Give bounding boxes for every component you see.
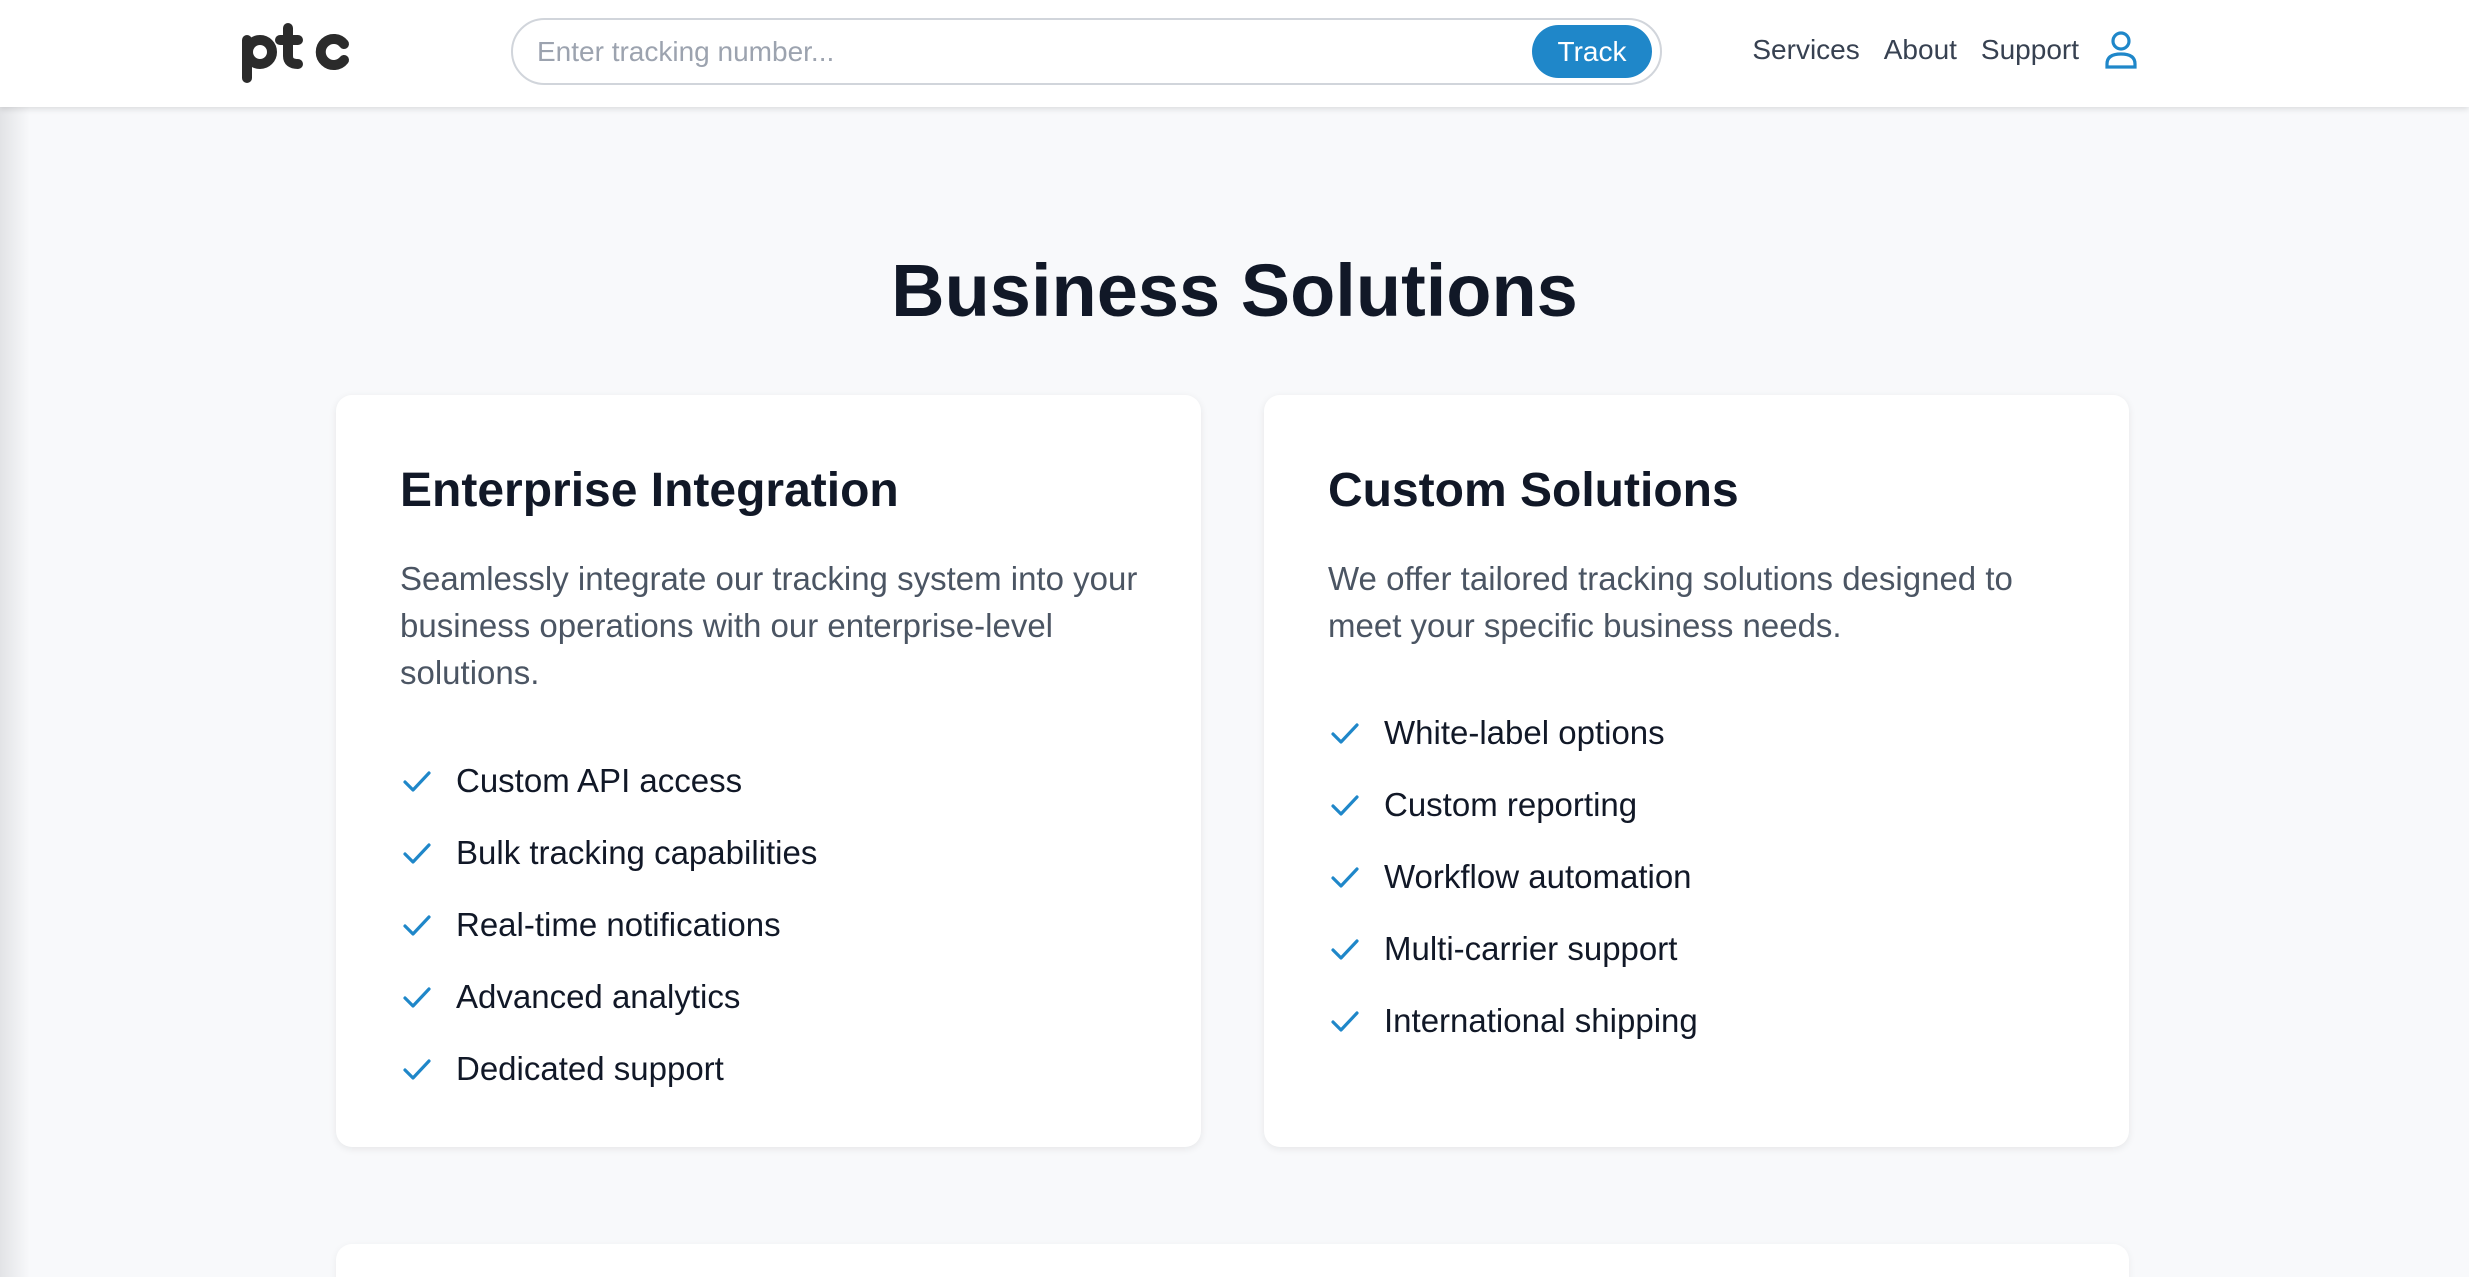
nav-link-about[interactable]: About — [1884, 34, 1957, 66]
feature-label: International shipping — [1384, 1002, 1698, 1039]
feature-item: Advanced analytics — [400, 961, 817, 1033]
feature-item: Dedicated support — [400, 1033, 817, 1105]
nav-link-support[interactable]: Support — [1981, 34, 2079, 66]
check-icon — [1331, 1011, 1359, 1032]
page-title: Business Solutions — [891, 249, 1578, 332]
feature-item: Workflow automation — [1328, 841, 1698, 913]
feature-label: White-label options — [1384, 714, 1665, 751]
custom-solutions-card: Custom Solutions We offer tailored track… — [1264, 395, 2129, 1147]
check-icon — [403, 1059, 431, 1080]
card-description: Seamlessly integrate our tracking system… — [400, 560, 1138, 691]
check-icon — [403, 771, 431, 792]
feature-label: Real-time notifications — [456, 906, 781, 943]
feature-item: Bulk tracking capabilities — [400, 817, 817, 889]
check-icon — [403, 843, 431, 864]
tracking-number-input[interactable] — [537, 20, 1517, 83]
page-edge-shadow — [0, 0, 30, 1277]
check-icon — [1331, 795, 1359, 816]
tracking-search-bar: Track — [511, 18, 1662, 85]
feature-item: White-label options — [1328, 697, 1698, 769]
feature-label: Advanced analytics — [456, 978, 741, 1015]
card-description: We offer tailored tracking solutions des… — [1328, 560, 2013, 644]
feature-label: Workflow automation — [1384, 858, 1692, 895]
check-icon — [1331, 939, 1359, 960]
enterprise-integration-card: Enterprise Integration Seamlessly integr… — [336, 395, 1201, 1147]
next-section-card — [336, 1244, 2129, 1277]
nav-link-services[interactable]: Services — [1752, 34, 1859, 66]
ptc-logo[interactable] — [240, 22, 356, 84]
user-icon[interactable] — [2103, 30, 2139, 70]
feature-label: Multi-carrier support — [1384, 930, 1678, 967]
feature-item: Real-time notifications — [400, 889, 817, 961]
feature-label: Dedicated support — [456, 1050, 724, 1087]
card-title: Enterprise Integration — [400, 464, 899, 517]
card-title: Custom Solutions — [1328, 464, 1739, 517]
feature-label: Custom API access — [456, 762, 743, 799]
feature-item: Custom reporting — [1328, 769, 1698, 841]
check-icon — [403, 915, 431, 936]
check-icon — [1331, 723, 1359, 744]
top-navbar: Track Services About Support — [0, 0, 2469, 107]
feature-item: Multi-carrier support — [1328, 913, 1698, 985]
track-button[interactable]: Track — [1532, 25, 1652, 78]
feature-item: Custom API access — [400, 745, 817, 817]
feature-item: International shipping — [1328, 985, 1698, 1057]
check-icon — [1331, 867, 1359, 888]
check-icon — [403, 987, 431, 1008]
feature-label: Custom reporting — [1384, 786, 1638, 823]
feature-list: Custom API access Bulk tracking capabili… — [400, 745, 817, 1105]
feature-list: White-label options Custom reporting Wor… — [1328, 697, 1698, 1057]
main-nav: Services About Support — [1728, 30, 2139, 70]
feature-label: Bulk tracking capabilities — [456, 834, 818, 871]
